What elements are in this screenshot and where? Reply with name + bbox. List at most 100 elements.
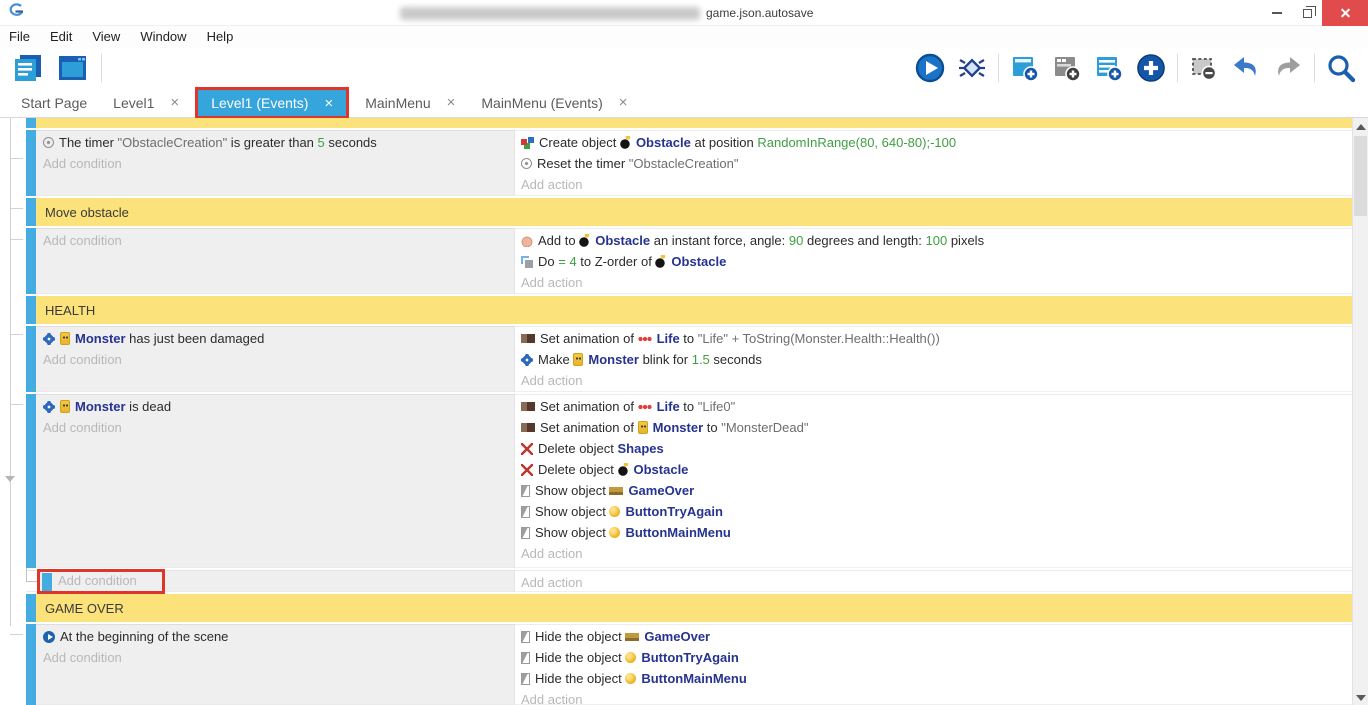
event-selection-bar[interactable]: [26, 228, 36, 294]
group-header-label[interactable]: Move obstacle: [36, 198, 1352, 226]
scroll-up-button[interactable]: [1356, 124, 1366, 130]
delete-event-button[interactable]: [1185, 51, 1223, 85]
conditions-cell[interactable]: Monster has just been damagedAdd conditi…: [36, 326, 515, 392]
action-line[interactable]: Show object ButtonMainMenu: [521, 522, 1352, 543]
close-button[interactable]: [1322, 0, 1368, 26]
add-action-button[interactable]: Add action: [521, 572, 1352, 592]
minimize-button[interactable]: [1262, 0, 1292, 26]
group-header-label[interactable]: HEALTH: [36, 296, 1352, 324]
action-line[interactable]: Add to Obstacle an instant force, angle:…: [521, 230, 1352, 251]
action-line[interactable]: Delete object Obstacle: [521, 459, 1352, 480]
action-line[interactable]: Set animation of Life to "Life0": [521, 396, 1352, 417]
tab-start-page[interactable]: Start Page: [8, 88, 100, 117]
event-selection-bar[interactable]: [26, 326, 36, 392]
menu-view[interactable]: View: [82, 26, 130, 48]
collapse-arrow-icon[interactable]: [5, 476, 15, 482]
menu-edit[interactable]: Edit: [40, 26, 82, 48]
add-condition-button[interactable]: Add condition: [58, 570, 137, 592]
action-line[interactable]: Create object Obstacle at position Rando…: [521, 132, 1352, 153]
action-line[interactable]: Make Monster blink for 1.5 seconds: [521, 349, 1352, 370]
menu-file[interactable]: File: [0, 26, 40, 48]
scene-editor-button[interactable]: [52, 50, 94, 86]
action-line[interactable]: Delete object Shapes: [521, 438, 1352, 459]
conditions-cell[interactable]: Monster is deadAdd condition: [36, 394, 515, 568]
action-line[interactable]: Do = 4 to Z-order of Obstacle: [521, 251, 1352, 272]
action-line[interactable]: Reset the timer "ObstacleCreation": [521, 153, 1352, 174]
condition-line[interactable]: Monster is dead: [43, 396, 514, 417]
add-action-button[interactable]: Add action: [521, 174, 1352, 195]
restore-button[interactable]: [1292, 0, 1322, 26]
event-selection-bar[interactable]: [26, 118, 36, 128]
search-events-button[interactable]: [1322, 51, 1360, 85]
tab-mainmenu[interactable]: MainMenu ×: [352, 88, 468, 117]
add-condition-button[interactable]: Add condition: [43, 349, 514, 370]
tab-close-icon[interactable]: ×: [619, 94, 628, 111]
event-selection-bar[interactable]: [42, 573, 52, 591]
event-row[interactable]: At the beginning of the sceneAdd conditi…: [26, 624, 1352, 705]
condition-line[interactable]: Monster has just been damaged: [43, 328, 514, 349]
event-group-header[interactable]: HEALTH: [26, 296, 1352, 324]
debugger-button[interactable]: [953, 51, 991, 85]
conditions-cell[interactable]: The timer "ObstacleCreation" is greater …: [36, 130, 515, 196]
menu-window[interactable]: Window: [130, 26, 196, 48]
event-group-header[interactable]: GAME OVER: [26, 594, 1352, 622]
group-header-label[interactable]: GAME OVER: [36, 594, 1352, 622]
event-group-header[interactable]: Move obstacle: [26, 198, 1352, 226]
event-row[interactable]: The timer "ObstacleCreation" is greater …: [26, 130, 1352, 196]
event-row[interactable]: Monster has just been damagedAdd conditi…: [26, 326, 1352, 392]
event-selection-bar[interactable]: [26, 624, 36, 705]
action-line[interactable]: Hide the object ButtonMainMenu: [521, 668, 1352, 689]
redo-button[interactable]: [1269, 51, 1307, 85]
scroll-thumb[interactable]: [1354, 136, 1367, 216]
action-line[interactable]: Set animation of Monster to "MonsterDead…: [521, 417, 1352, 438]
event-selection-bar[interactable]: [26, 594, 36, 622]
actions-cell[interactable]: Set animation of Life to "Life0"Set anim…: [515, 394, 1352, 568]
action-line[interactable]: Show object ButtonTryAgain: [521, 501, 1352, 522]
project-manager-button[interactable]: [8, 50, 48, 86]
conditions-cell[interactable]: At the beginning of the sceneAdd conditi…: [36, 624, 515, 705]
condition-line[interactable]: At the beginning of the scene: [43, 626, 514, 647]
tab-close-icon[interactable]: ×: [447, 94, 456, 111]
event-row[interactable]: Monster is deadAdd conditionSet animatio…: [26, 394, 1352, 568]
undo-button[interactable]: [1227, 51, 1265, 85]
add-condition-button[interactable]: Add condition: [43, 230, 514, 251]
sub-conditions-cell[interactable]: Add condition: [26, 570, 515, 592]
event-row[interactable]: Add condition Add to Obstacle an instant …: [26, 228, 1352, 294]
event-selection-bar[interactable]: [26, 394, 36, 568]
sub-event-row[interactable]: Add condition Add action: [26, 570, 1352, 592]
add-action-button[interactable]: Add action: [521, 689, 1352, 705]
actions-cell[interactable]: Hide the object GameOverHide the object …: [515, 624, 1352, 705]
tab-level1-events[interactable]: Level1 (Events) ×: [198, 90, 346, 116]
add-action-button[interactable]: Add action: [521, 543, 1352, 564]
add-comment-button[interactable]: [1090, 51, 1128, 85]
tab-level1[interactable]: Level1 ×: [100, 88, 192, 117]
preview-play-button[interactable]: [911, 51, 949, 85]
tab-close-icon[interactable]: ×: [170, 94, 179, 111]
actions-cell[interactable]: Add to Obstacle an instant force, angle:…: [515, 228, 1352, 294]
action-line[interactable]: Hide the object ButtonTryAgain: [521, 647, 1352, 668]
action-line[interactable]: Hide the object GameOver: [521, 626, 1352, 647]
event-selection-bar[interactable]: [26, 198, 36, 226]
add-other-event-button[interactable]: [1132, 51, 1170, 85]
action-line[interactable]: Show object GameOver: [521, 480, 1352, 501]
add-action-button[interactable]: Add action: [521, 272, 1352, 293]
action-line[interactable]: Set animation of Life to "Life" + ToStri…: [521, 328, 1352, 349]
conditions-cell[interactable]: Add condition: [36, 228, 515, 294]
add-condition-button[interactable]: Add condition: [43, 417, 514, 438]
tab-mainmenu-events[interactable]: MainMenu (Events) ×: [468, 88, 640, 117]
event-group-header-partial[interactable]: [26, 118, 1352, 128]
actions-cell[interactable]: Set animation of Life to "Life" + ToStri…: [515, 326, 1352, 392]
condition-line[interactable]: The timer "ObstacleCreation" is greater …: [43, 132, 514, 153]
event-selection-bar[interactable]: [26, 130, 36, 196]
add-action-button[interactable]: Add action: [521, 370, 1352, 391]
scroll-down-button[interactable]: [1356, 695, 1366, 701]
event-selection-bar[interactable]: [26, 296, 36, 324]
add-event-button[interactable]: [1006, 51, 1044, 85]
sub-actions-cell[interactable]: Add action: [515, 570, 1352, 592]
actions-cell[interactable]: Create object Obstacle at position Rando…: [515, 130, 1352, 196]
add-condition-button[interactable]: Add condition: [43, 647, 514, 668]
vertical-scrollbar[interactable]: [1352, 118, 1368, 705]
add-condition-button[interactable]: Add condition: [43, 153, 514, 174]
add-subevent-button[interactable]: [1048, 51, 1086, 85]
tab-close-icon[interactable]: ×: [324, 95, 333, 112]
